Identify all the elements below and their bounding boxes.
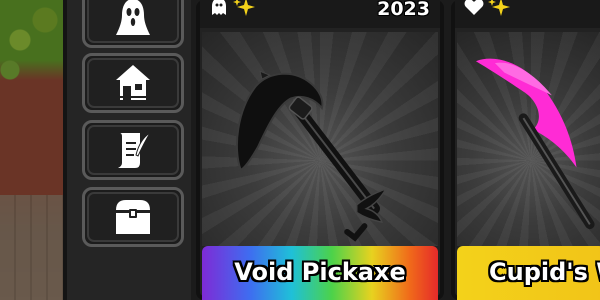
rarity-name-bar: Cupid's W <box>457 246 600 300</box>
item-year: 2023 <box>377 0 430 20</box>
house-icon <box>116 65 150 100</box>
card-header: 2023 <box>200 0 440 28</box>
game-world-background <box>0 0 70 300</box>
void-pickaxe-icon <box>235 70 388 242</box>
item-artwork <box>457 32 600 246</box>
cupid-blade-icon <box>475 58 595 230</box>
item-name: Cupid's W <box>489 258 600 286</box>
item-name: Void Pickaxe <box>234 258 406 286</box>
item-artwork <box>202 32 438 246</box>
sidebar <box>63 0 191 300</box>
sidebar-button-mask[interactable] <box>82 0 184 48</box>
sidebar-button-quests[interactable] <box>82 120 184 180</box>
rarity-name-bar: Void Pickaxe <box>202 246 438 300</box>
card-header <box>455 0 600 28</box>
item-card-void-pickaxe[interactable]: 2023 Void Pickaxe <box>196 0 444 300</box>
scroll-quill-icon <box>118 132 151 168</box>
ghost-icon <box>212 0 226 15</box>
treasure-chest-icon <box>116 200 150 234</box>
game-screen: 2023 Void Pickaxe Cupid's <box>0 0 600 300</box>
item-card-cupids[interactable]: Cupid's W <box>451 0 600 300</box>
ghostface-mask-icon <box>116 0 150 35</box>
sparkle-icon <box>488 0 510 16</box>
heart-icon <box>464 0 484 15</box>
sidebar-button-inventory[interactable] <box>82 187 184 247</box>
sparkle-icon <box>233 0 255 16</box>
sidebar-button-house[interactable] <box>82 53 184 113</box>
